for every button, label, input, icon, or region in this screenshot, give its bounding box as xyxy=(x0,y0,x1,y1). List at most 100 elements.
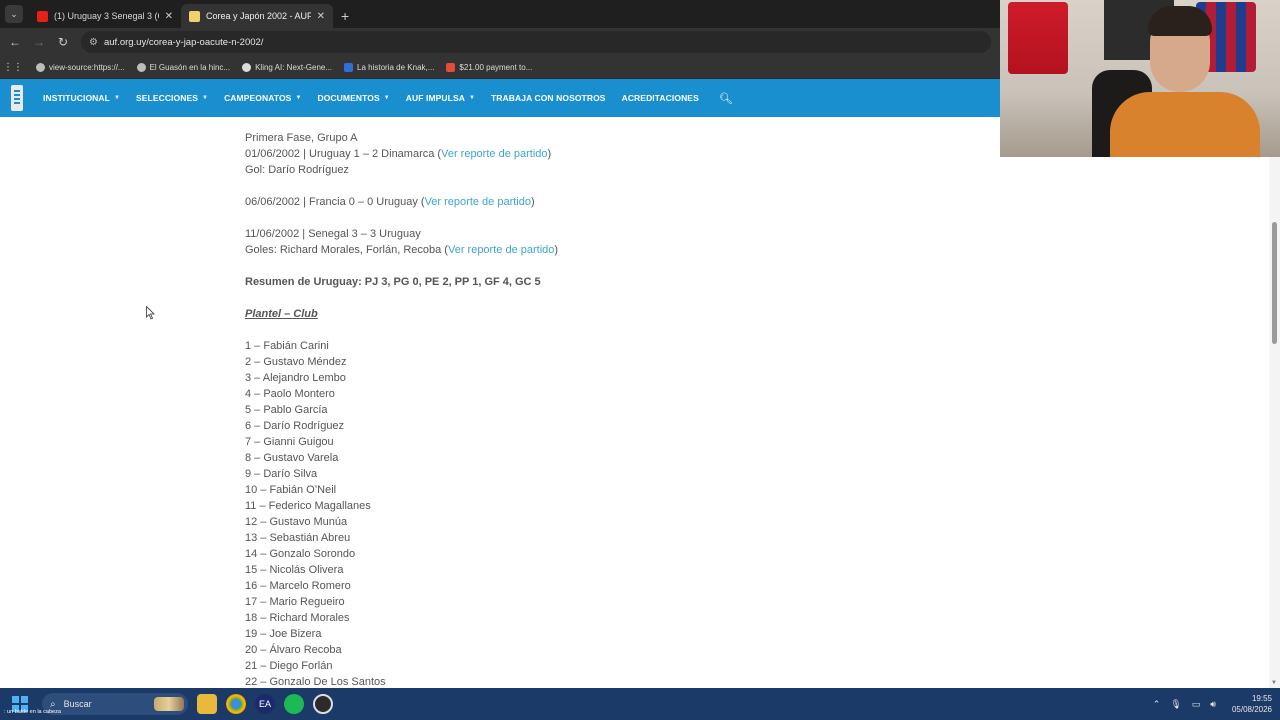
paren-close: ) xyxy=(547,148,552,160)
apps-grid-icon[interactable]: ⋮⋮ xyxy=(2,62,24,73)
squad-player: 13 – Sebastián Abreu xyxy=(245,532,351,544)
search-icon: ⌕ xyxy=(50,698,56,710)
forward-button[interactable]: → xyxy=(27,35,51,49)
obs-icon[interactable] xyxy=(313,694,333,714)
menu-label: DOCUMENTOS xyxy=(317,93,380,103)
page-scrollbar[interactable]: ▲ ▼ xyxy=(1269,118,1280,688)
auf-logo[interactable] xyxy=(11,85,23,111)
reload-button[interactable]: ↻ xyxy=(51,35,75,49)
menu-institucional[interactable]: INSTITUCIONAL ▼ xyxy=(43,93,120,103)
jersey-image xyxy=(1008,2,1068,74)
close-tab-icon[interactable]: ✕ xyxy=(165,11,173,22)
menu-label: AUF IMPULSA xyxy=(405,93,465,103)
squad-player: 5 – Pablo García xyxy=(245,404,328,416)
bookmark-kling[interactable]: Kling AI: Next-Gene... xyxy=(242,62,333,72)
match-line-3: 11/06/2002 | Senegal 3 – 3 Uruguay xyxy=(245,228,421,240)
scroll-down-icon[interactable]: ▼ xyxy=(1271,680,1277,686)
menu-label: INSTITUCIONAL xyxy=(43,93,110,103)
squad-player: 16 – Marcelo Romero xyxy=(245,580,351,592)
squad-player: 14 – Gonzalo Sorondo xyxy=(245,548,356,560)
scrollbar-thumb[interactable] xyxy=(1272,222,1277,344)
menu-auf-impulsa[interactable]: AUF IMPULSA ▼ xyxy=(406,93,475,103)
match-detail-3: Goles: Richard Morales, Forlán, Recoba (… xyxy=(245,242,945,258)
mouse-cursor-icon xyxy=(146,306,155,320)
match-report-link-3[interactable]: Ver reporte de partido xyxy=(448,244,554,256)
bookmark-knak[interactable]: La historia de Knak,... xyxy=(344,62,434,72)
squad-player: 6 – Darío Rodríguez xyxy=(245,420,345,432)
bookmark-label: $21.00 payment to... xyxy=(459,62,533,72)
webcam-overlay xyxy=(1000,0,1280,157)
stream-overlay-text: : un balde en la cabeza xyxy=(4,709,61,715)
system-tray: ⌃ 🎙︎ ▭ 🔊︎ 19:55 05/08/2026 xyxy=(1153,688,1272,720)
tab-search-chevron-icon[interactable]: ⌄ xyxy=(5,5,23,23)
bookmark-payment[interactable]: $21.00 payment to... xyxy=(446,62,533,72)
menu-trabaja-con-nosotros[interactable]: TRABAJA CON NOSOTROS xyxy=(491,93,606,103)
phase-heading: Primera Fase, Grupo A xyxy=(245,132,358,144)
bookmark-label: view-source:https://... xyxy=(49,62,125,72)
match-report-link-2[interactable]: Ver reporte de partido xyxy=(425,196,531,208)
menu-selecciones[interactable]: SELECCIONES ▼ xyxy=(136,93,208,103)
gmail-icon xyxy=(446,62,456,72)
search-highlight-image xyxy=(154,697,184,711)
file-explorer-icon[interactable] xyxy=(197,694,217,714)
squad-player: 17 – Mario Regueiro xyxy=(245,596,345,608)
display-icon[interactable]: ▭ xyxy=(1192,699,1201,710)
new-tab-button[interactable]: + xyxy=(341,8,349,24)
squad-player: 10 – Fabián O’Neil xyxy=(245,484,337,496)
squad-player: 12 – Gustavo Munúa xyxy=(245,516,348,528)
site-navbar: INSTITUCIONAL ▼ SELECCIONES ▼ CAMPEONATOS ▼… xyxy=(0,79,1000,117)
microphone-icon[interactable]: 🎙︎ xyxy=(1170,699,1181,710)
match-text: 01/06/2002 | Uruguay 1 – 2 Dinamarca ( xyxy=(245,148,442,160)
chevron-up-icon[interactable]: ⌃ xyxy=(1153,699,1161,710)
summary-line: Resumen de Uruguay: PJ 3, PG 0, PE 2, PP… xyxy=(245,276,541,288)
menu-label: TRABAJA CON NOSOTROS xyxy=(491,93,606,103)
spotify-icon[interactable] xyxy=(284,694,304,714)
bookmark-label: El Guasón en la hinc... xyxy=(149,62,231,72)
menu-campeonatos[interactable]: CAMPEONATOS ▼ xyxy=(224,93,301,103)
kling-icon xyxy=(242,62,252,72)
clock[interactable]: 19:55 05/08/2026 xyxy=(1232,693,1272,715)
match-report-link-1[interactable]: Ver reporte de partido xyxy=(441,148,547,160)
caret-down-icon: ▼ xyxy=(113,95,120,101)
menu-acreditaciones[interactable]: ACREDITACIONES xyxy=(622,93,699,103)
tab-title: Corea y Japón 2002 - AUF xyxy=(206,11,311,21)
squad-heading: Plantel – Club xyxy=(245,308,318,320)
site-settings-icon[interactable]: ⚙ xyxy=(89,37,98,48)
menu-label: SELECCIONES xyxy=(135,93,199,103)
tab-auf[interactable]: Corea y Japón 2002 - AUF ✕ xyxy=(181,4,333,28)
menu-documentos[interactable]: DOCUMENTOS ▼ xyxy=(317,93,389,103)
match-detail-1: Gol: Darío Rodríguez xyxy=(245,164,349,176)
match-line-2: 06/06/2002 | Francia 0 – 0 Uruguay (Ver … xyxy=(245,194,945,210)
bookmark-label: Kling AI: Next-Gene... xyxy=(255,62,333,72)
paren-close: ) xyxy=(554,244,559,256)
youtube-icon xyxy=(37,10,48,22)
taskbar-search[interactable]: ⌕ Buscar xyxy=(42,693,188,715)
caret-down-icon: ▼ xyxy=(468,95,476,101)
squad-player: 8 – Gustavo Varela xyxy=(245,452,339,464)
url-field[interactable]: ⚙ auf.org.uy/corea-y-jap-oacute-n-2002/ xyxy=(81,31,991,53)
match-text: 06/06/2002 | Francia 0 – 0 Uruguay ( xyxy=(245,196,425,208)
back-button[interactable]: ← xyxy=(3,35,27,49)
tab-youtube[interactable]: (1) Uruguay 3 Senegal 3 (Corea ✕ xyxy=(29,4,181,28)
close-tab-icon[interactable]: ✕ xyxy=(317,11,325,22)
overlay-text: : un balde en la cabeza xyxy=(4,709,61,715)
person-hair-image xyxy=(1148,6,1212,36)
clock-time: 19:55 xyxy=(1251,694,1272,703)
ea-app-icon[interactable]: EA xyxy=(255,694,275,714)
squad-player: 9 – Darío Silva xyxy=(245,468,318,480)
squad-player: 1 – Fabián Carini xyxy=(245,340,329,352)
auf-favicon-icon xyxy=(189,10,200,22)
squad-player: 20 – Álvaro Recoba xyxy=(245,644,342,656)
volume-icon[interactable]: 🔊︎ xyxy=(1210,699,1216,710)
search-icon[interactable]: 🔍︎ xyxy=(719,92,733,105)
match-line-1: 01/06/2002 | Uruguay 1 – 2 Dinamarca (Ve… xyxy=(245,146,945,162)
bookmark-view-source[interactable]: view-source:https://... xyxy=(36,62,125,72)
chrome-icon[interactable] xyxy=(226,694,246,714)
menu-label: ACREDITACIONES xyxy=(621,93,699,103)
bookmark-guason[interactable]: El Guasón en la hinc... xyxy=(136,62,231,72)
